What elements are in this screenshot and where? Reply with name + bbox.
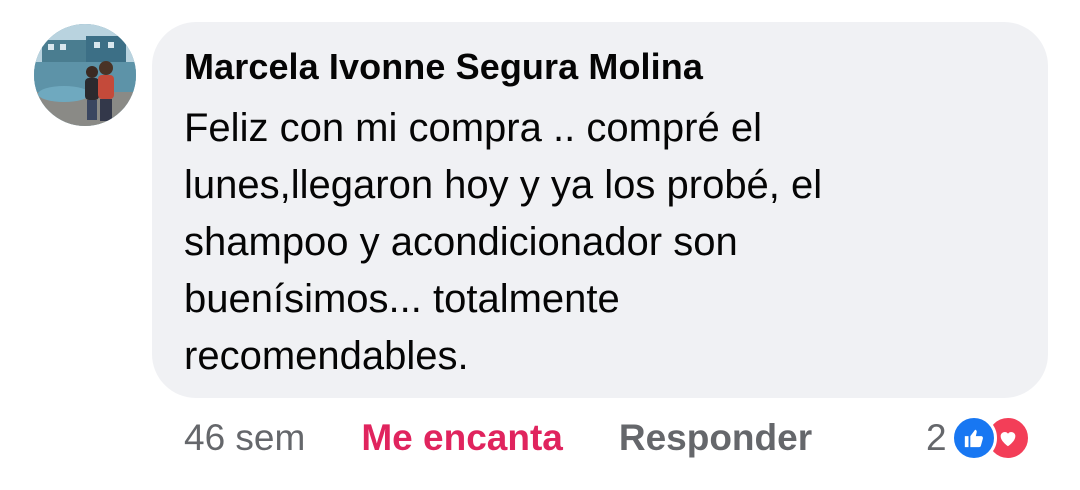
comment-text: Feliz con mi compra .. compré el lunes,l…	[184, 100, 1004, 385]
reply-button[interactable]: Responder	[619, 417, 812, 459]
profile-photo	[34, 24, 136, 126]
reactions-summary[interactable]: 2	[926, 414, 1031, 462]
comment-text-line: recomendables.	[184, 334, 469, 378]
comment-author[interactable]: Marcela Ivonne Segura Molina	[184, 46, 703, 88]
avatar[interactable]	[34, 24, 136, 126]
comment-actions: 46 sem Me encanta Responder	[184, 415, 812, 461]
comment-text-line: Feliz con mi compra .. compré el	[184, 106, 762, 150]
comment-timestamp[interactable]: 46 sem	[184, 417, 305, 459]
like-icon	[950, 415, 997, 461]
react-button[interactable]: Me encanta	[361, 417, 563, 459]
reaction-count: 2	[926, 417, 947, 458]
comment-text-line: shampoo y acondicionador son	[184, 220, 738, 264]
comment-text-line: lunes,llegaron hoy y ya los probé, el	[184, 163, 823, 207]
comment-text-line: buenísimos... totalmente	[184, 277, 620, 321]
